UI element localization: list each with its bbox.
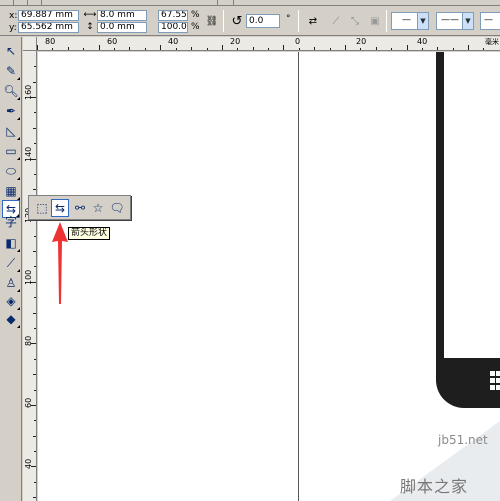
rotate-icon: ↺ xyxy=(231,13,243,29)
percent-x-label: % xyxy=(191,10,200,20)
phone-screen xyxy=(444,52,500,358)
x-label: x: xyxy=(9,11,18,21)
interactive-fill-tool[interactable]: ◆ xyxy=(2,310,20,328)
rectangle-tool[interactable]: ▭ xyxy=(2,142,20,160)
separator xyxy=(386,10,387,32)
horizontal-ruler[interactable]: 80 60 40 20 0 20 40 毫米 xyxy=(37,37,500,51)
flowchart-icon: ⚯ xyxy=(74,201,86,215)
separator xyxy=(298,10,299,32)
ruler-tick-label: 0 xyxy=(295,37,301,46)
scale-x-field[interactable]: 67.55 xyxy=(158,10,188,21)
text-icon: 字 xyxy=(4,214,17,229)
basic-shapes-tool[interactable]: ⬚ xyxy=(33,199,51,217)
line-style-combo[interactable]: — ▼ xyxy=(391,12,429,30)
star-icon: ☆ xyxy=(92,201,104,215)
ruler-tick-label: 60 xyxy=(24,397,33,408)
rotation-field[interactable]: 0.0 xyxy=(246,14,280,28)
ruler-tick-label: 20 xyxy=(356,37,367,46)
percent-y-label: % xyxy=(191,22,200,32)
grid-icon: ▦ xyxy=(5,184,17,198)
property-bar: x: 69.887 mm y: 65.562 mm ⟷ 8.0 mm ↕ 0.0… xyxy=(0,6,500,36)
y-label: y: xyxy=(9,23,17,33)
interactive-blend-icon: ◧ xyxy=(5,236,17,250)
zoom-tool[interactable]: 🔍︎ xyxy=(2,82,20,100)
keypad-dot xyxy=(490,371,495,376)
flowchart-shapes-tool[interactable]: ⚯ xyxy=(71,199,89,217)
width-field[interactable]: 8.0 mm xyxy=(97,10,147,21)
page-border xyxy=(298,52,299,501)
pointer-icon: ↖ xyxy=(5,44,17,58)
polygon-tool[interactable]: ▦ xyxy=(2,182,20,200)
mirror-icon[interactable]: ⇄ xyxy=(304,12,322,30)
x-position-field[interactable]: 69.887 mm xyxy=(18,10,79,21)
line-width-preview: —— xyxy=(441,15,459,25)
keypad-dot xyxy=(496,378,500,383)
perfect-shapes-flyout: ⬚ ⇆ ⚯ ☆ 🗨︎ xyxy=(28,195,131,220)
watermark-site: jb51.net xyxy=(438,433,488,447)
wrap-text-icon[interactable]: ▣ xyxy=(366,12,384,30)
chevron-down-icon[interactable]: ▼ xyxy=(462,13,473,29)
ruler-tick-label: 80 xyxy=(24,335,33,346)
tooltip: 箭头形状 xyxy=(68,227,111,240)
zoom-icon: 🔍︎ xyxy=(3,84,19,98)
callout-shapes-tool[interactable]: 🗨︎ xyxy=(108,199,126,217)
ellipse-tool[interactable]: ⬭ xyxy=(2,162,20,180)
ruler-origin[interactable] xyxy=(23,37,37,51)
basic-shapes-icon: ⬚ xyxy=(36,201,48,215)
arrow-shapes-icon: ⇆ xyxy=(54,201,66,215)
callout-icon: 🗨︎ xyxy=(109,201,125,215)
ruler-tick-label: 80 xyxy=(45,37,56,46)
pick-tool[interactable]: ↖ xyxy=(2,42,20,60)
scale-y-field[interactable]: 100.0 xyxy=(158,22,188,33)
ellipse-icon: ⬭ xyxy=(5,163,17,178)
shape-edit-icon: ✎ xyxy=(5,64,17,78)
smart-fill-icon: ◺ xyxy=(6,124,16,138)
separator xyxy=(223,10,224,32)
fill-tool[interactable]: ◈ xyxy=(2,292,20,310)
ruler-tick-label: 40 xyxy=(24,458,33,469)
star-shapes-tool[interactable]: ☆ xyxy=(89,199,107,217)
keypad-dot xyxy=(490,385,495,390)
interactive-fill-icon: ◆ xyxy=(6,312,16,326)
keypad-dot xyxy=(496,385,500,390)
outline-preview: — xyxy=(484,15,493,25)
arrow-shapes-tool[interactable]: ⇆ xyxy=(51,199,69,217)
degree-label: ° xyxy=(286,14,291,24)
node-edit-icon[interactable]: ⟋ xyxy=(327,12,345,30)
ruler-tick-label: 20 xyxy=(230,37,241,46)
lock-ratio-icon[interactable]: ⛓ xyxy=(205,14,219,28)
paint-bucket-icon: ◈ xyxy=(6,294,16,308)
freehand-tool[interactable]: ✒ xyxy=(2,102,20,120)
pen-icon: ✒ xyxy=(5,104,17,118)
outline-tool[interactable]: ♙ xyxy=(2,274,20,292)
height-field[interactable]: 0.0 mm xyxy=(97,22,147,33)
drawing-canvas[interactable] xyxy=(38,52,500,501)
toolbox: ↖ ✎ 🔍︎ ✒ ◺ ▭ ⬭ ▦ ⇆ 字 ◧ ⟋ ♙ ◈ ◆ xyxy=(0,37,22,501)
width-icon: ⟷ xyxy=(83,10,97,20)
ruler-tick-label: 40 xyxy=(168,37,179,46)
y-position-field[interactable]: 65.562 mm xyxy=(18,22,79,33)
convert-curve-icon[interactable]: ⤡ xyxy=(346,12,364,30)
ruler-tick-label: 60 xyxy=(107,37,118,46)
pen-nib-icon: ♙ xyxy=(5,276,17,290)
eyedropper-tool[interactable]: ⟋ xyxy=(2,254,20,272)
smart-fill-tool[interactable]: ◺ xyxy=(2,122,20,140)
ruler-unit-label: 毫米 xyxy=(485,38,499,46)
keypad-dot xyxy=(490,378,495,383)
line-width-combo[interactable]: —— ▼ xyxy=(436,12,474,30)
text-tool[interactable]: 字 xyxy=(2,212,20,230)
keypad-dot xyxy=(496,371,500,376)
rectangle-icon: ▭ xyxy=(5,144,17,158)
height-icon: ↕ xyxy=(86,22,94,32)
outline-combo[interactable]: — xyxy=(480,12,500,30)
chevron-down-icon[interactable]: ▼ xyxy=(417,13,428,29)
eyedropper-icon: ⟋ xyxy=(6,255,16,270)
interactive-tool[interactable]: ◧ xyxy=(2,234,20,252)
ruler-tick-label: 40 xyxy=(417,37,428,46)
line-style-preview: — xyxy=(402,15,411,25)
shape-tool[interactable]: ✎ xyxy=(2,62,20,80)
vertical-ruler[interactable]: 160 140 120 100 80 60 40 xyxy=(23,51,37,501)
watermark-name: 脚本之家 xyxy=(400,477,469,496)
red-arrow-annotation xyxy=(52,222,68,304)
